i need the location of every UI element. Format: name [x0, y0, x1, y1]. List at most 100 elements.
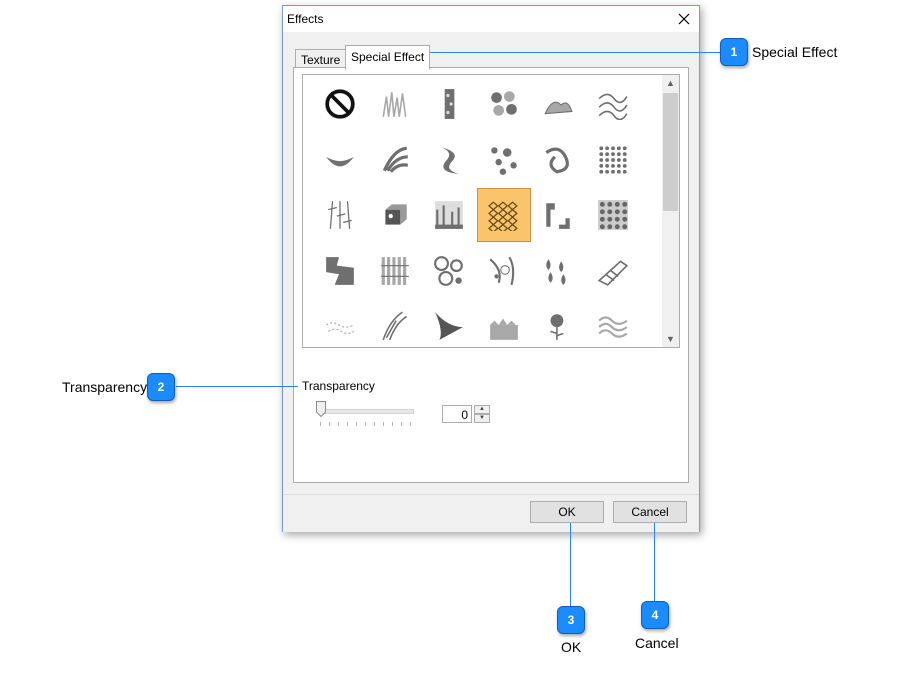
effect-item[interactable] [531, 299, 585, 347]
effect-item[interactable] [313, 77, 367, 131]
slider-tick [338, 422, 339, 426]
close-button[interactable] [669, 6, 699, 32]
transparency-input[interactable]: 0 [442, 405, 472, 423]
scribble-icon [325, 322, 355, 334]
effect-item[interactable] [531, 188, 585, 242]
effect-item[interactable] [368, 188, 422, 242]
slider-tick [347, 422, 348, 426]
effect-item[interactable] [477, 244, 531, 298]
callout-badge-1: 1 [720, 38, 748, 66]
effect-item[interactable] [531, 133, 585, 187]
slider-thumb[interactable] [316, 401, 326, 417]
slider-tick [329, 422, 330, 426]
effect-item[interactable] [586, 188, 640, 242]
transparency-spinner[interactable]: ▲ ▼ [474, 405, 490, 423]
map-icon [326, 256, 354, 285]
effects-dialog: Effects Texture Special Effect ▲ ▼ Trans… [282, 5, 700, 532]
effect-item[interactable] [422, 244, 476, 298]
effect-item[interactable] [313, 244, 367, 298]
dots-icon [598, 145, 627, 174]
leaves-icon [546, 258, 566, 285]
callout-badge-3: 3 [557, 606, 585, 634]
vertical-scrollbar[interactable]: ▲ ▼ [662, 75, 679, 347]
close-icon [678, 13, 690, 25]
spin-down-icon[interactable]: ▼ [474, 414, 490, 423]
tab-special-effect[interactable]: Special Effect [345, 45, 431, 70]
waves-icon [598, 93, 628, 120]
fan-icon [435, 312, 463, 340]
effect-item[interactable] [586, 133, 640, 187]
effect-item[interactable] [476, 188, 531, 242]
effect-item[interactable] [477, 77, 531, 131]
effect-item[interactable] [586, 77, 640, 131]
corner-icon [546, 203, 570, 229]
callout-label-2: Transparency [62, 379, 148, 395]
ok-button[interactable]: OK [530, 501, 604, 523]
effect-item[interactable] [422, 299, 476, 347]
smoke-icon [597, 316, 628, 338]
knot-icon [545, 147, 569, 173]
callout-label-1: Special Effect [752, 44, 838, 60]
slider-tick [356, 422, 357, 426]
slider-tick [383, 422, 384, 426]
bubbles-icon [488, 256, 514, 285]
slider-tick [320, 422, 321, 426]
effect-item[interactable] [531, 244, 585, 298]
slider-tick [374, 422, 375, 426]
transparency-label: Transparency [302, 379, 375, 393]
bars-icon [380, 256, 409, 285]
scroll-thumb[interactable] [663, 93, 678, 211]
callout-label-3: OK [561, 639, 582, 655]
effect-item[interactable] [531, 77, 585, 131]
effect-item[interactable] [313, 299, 367, 347]
effect-item[interactable] [477, 133, 531, 187]
none-icon [325, 89, 355, 119]
feather-icon [382, 146, 408, 173]
coral-icon [544, 101, 573, 115]
tab-panel: ▲ ▼ Transparency 0 ▲ ▼ [293, 67, 689, 483]
effect-item[interactable] [422, 77, 476, 131]
effect-item[interactable] [422, 188, 476, 242]
effect-item[interactable] [368, 244, 422, 298]
callout-line-2 [176, 386, 298, 387]
slider-tick [410, 422, 411, 426]
stones-strip-icon [444, 89, 455, 119]
callout-label-4: Cancel [635, 635, 679, 651]
cancel-button[interactable]: Cancel [613, 501, 687, 523]
callout-badge-4: 4 [641, 601, 669, 629]
diamond-pattern-icon [487, 201, 518, 231]
cube-icon [384, 204, 407, 225]
bird-icon [597, 259, 628, 286]
slider-tick [392, 422, 393, 426]
scroll-up-icon[interactable]: ▲ [662, 75, 679, 91]
slider-tick [401, 422, 402, 426]
transparency-slider[interactable] [318, 409, 414, 414]
effect-item[interactable] [313, 188, 367, 242]
leaf-icon [326, 156, 354, 166]
circles-icon [490, 91, 517, 116]
rings-icon [434, 255, 463, 286]
callout-badge-2: 2 [147, 373, 175, 401]
effect-gallery[interactable]: ▲ ▼ [302, 74, 680, 348]
effect-item[interactable] [313, 133, 367, 187]
effect-item[interactable] [586, 244, 640, 298]
effect-item[interactable] [368, 299, 422, 347]
spin-up-icon[interactable]: ▲ [474, 405, 490, 414]
vines-icon [328, 201, 352, 229]
splatter-icon [490, 146, 517, 175]
floral-pattern-icon [597, 200, 628, 230]
slider-tick [365, 422, 366, 426]
callout-line-4 [654, 523, 655, 602]
effect-item[interactable] [477, 299, 531, 347]
trees-icon [435, 201, 463, 229]
effect-item[interactable] [586, 299, 640, 347]
effect-item[interactable] [368, 133, 422, 187]
effect-item[interactable] [368, 77, 422, 131]
scroll-down-icon[interactable]: ▼ [662, 331, 679, 347]
dialog-title: Effects [287, 12, 324, 26]
flower-icon [550, 314, 564, 340]
callout-line-1 [430, 52, 720, 53]
callout-line-3 [570, 523, 571, 607]
effect-item[interactable] [422, 133, 476, 187]
grass-icon [381, 92, 406, 117]
